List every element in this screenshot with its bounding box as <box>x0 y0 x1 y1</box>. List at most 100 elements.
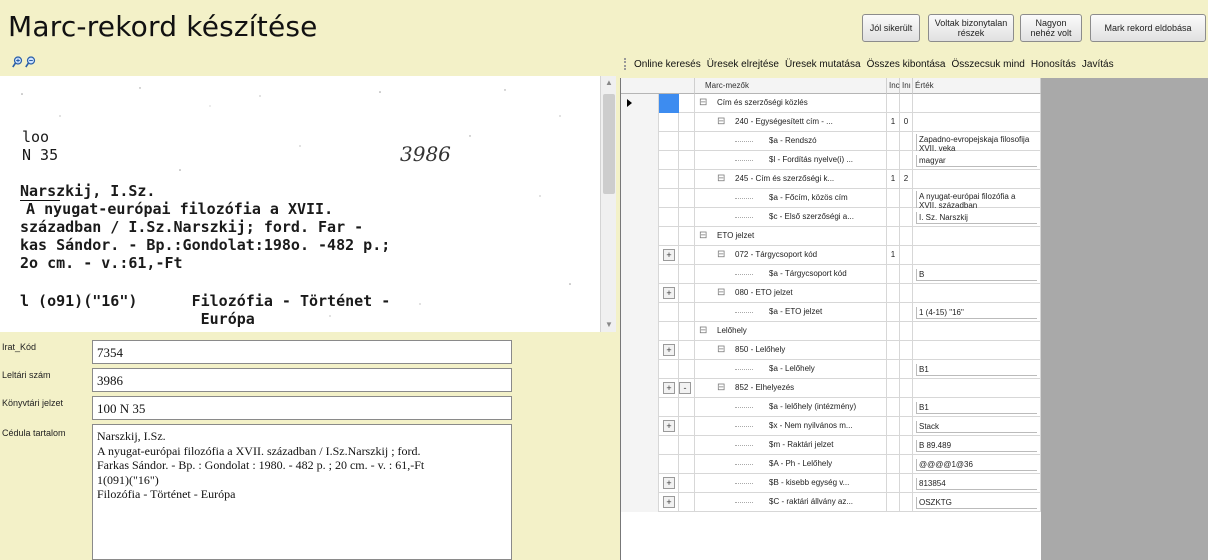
value-cell[interactable]: B <box>913 265 1041 284</box>
fix-button[interactable]: Javítás <box>1082 59 1114 70</box>
grid-row[interactable]: + ⊟ 072 - Tárgycsoport kód 1 <box>621 246 1041 265</box>
field-name-cell[interactable]: ⊟ Lelőhely <box>695 322 887 341</box>
row-header-cell[interactable] <box>621 436 659 455</box>
row-header-cell[interactable] <box>621 246 659 265</box>
indicator2-cell[interactable] <box>900 322 913 341</box>
row-header-cell[interactable] <box>621 379 659 398</box>
value-cell[interactable]: @@@@1@36 <box>913 455 1041 474</box>
field-name-cell[interactable]: ⊟ 852 - Elhelyezés <box>695 379 887 398</box>
indicator2-cell[interactable] <box>900 455 913 474</box>
collapse-node-icon[interactable]: ⊟ <box>717 382 725 393</box>
field-name-cell[interactable]: $a - lelőhely (intézmény) <box>695 398 887 417</box>
value-cell[interactable]: 1 (4-15) "16" <box>913 303 1041 322</box>
value-cell[interactable]: Stack <box>913 417 1041 436</box>
expand-all-button[interactable]: Összes kibontása <box>867 59 946 70</box>
collapse-node-icon[interactable]: ⊟ <box>717 116 725 127</box>
grid-row[interactable]: $a - lelőhely (intézmény) B1 <box>621 398 1041 417</box>
indicator2-cell[interactable] <box>900 436 913 455</box>
row-header-cell[interactable] <box>621 113 659 132</box>
add-subfield-icon[interactable]: + <box>663 287 675 299</box>
naturalize-button[interactable]: Honosítás <box>1031 59 1076 70</box>
indicator1-cell[interactable] <box>887 436 900 455</box>
grid-row[interactable]: $A - Ph - Lelőhely @@@@1@36 <box>621 455 1041 474</box>
indicator1-cell[interactable] <box>887 398 900 417</box>
row-header-cell[interactable] <box>621 455 659 474</box>
indicator1-cell[interactable] <box>887 284 900 303</box>
indicator1-cell[interactable]: 1 <box>887 113 900 132</box>
row-header-cell[interactable] <box>621 189 659 208</box>
grid-row[interactable]: $c - Első szerzőségi a... I. Sz. Narszkij <box>621 208 1041 227</box>
indicator2-cell[interactable] <box>900 246 913 265</box>
grid-row[interactable]: $a - Rendszó Zapadno-evropejskaja filosof… <box>621 132 1041 151</box>
collapse-node-icon[interactable]: ⊟ <box>717 344 725 355</box>
add-subfield-icon[interactable]: + <box>663 477 675 489</box>
field-name-cell[interactable]: ⊟ 850 - Lelőhely <box>695 341 887 360</box>
row-header-cell[interactable] <box>621 151 659 170</box>
grid-row[interactable]: $a - Tárgycsoport kód B <box>621 265 1041 284</box>
value-cell[interactable]: Zapadno-evropejskaja filosofija XVII. ve… <box>913 132 1041 151</box>
indicator1-cell[interactable] <box>887 455 900 474</box>
field-name-cell[interactable]: ⊟ 072 - Tárgycsoport kód <box>695 246 887 265</box>
grid-row[interactable]: $a - Lelőhely B1 <box>621 360 1041 379</box>
grid-row[interactable]: ⊟ 245 - Cím és szerzőségi k... 1 2 <box>621 170 1041 189</box>
collapse-node-icon[interactable]: ⊟ <box>717 249 725 260</box>
field-name-cell[interactable]: ⊟ 080 - ETO jelzet <box>695 284 887 303</box>
success-button[interactable]: Jól sikerült <box>862 14 920 42</box>
collapse-all-button[interactable]: Összecsuk mind <box>952 59 1025 70</box>
value-cell[interactable] <box>913 170 1041 189</box>
indicator1-cell[interactable] <box>887 474 900 493</box>
row-header-cell[interactable] <box>621 360 659 379</box>
indicator1-cell[interactable] <box>887 265 900 284</box>
row-header-cell[interactable] <box>621 493 659 512</box>
add-subfield-icon[interactable]: + <box>663 344 675 356</box>
indicator1-cell[interactable]: 1 <box>887 170 900 189</box>
indicator1-cell[interactable] <box>887 227 900 246</box>
indicator1-cell[interactable] <box>887 132 900 151</box>
field-name-cell[interactable]: ⊟ ETO jelzet <box>695 227 887 246</box>
value-cell[interactable]: B 89.489 <box>913 436 1041 455</box>
value-cell[interactable] <box>913 246 1041 265</box>
zoom-in-icon[interactable] <box>12 56 23 68</box>
add-subfield-icon[interactable]: + <box>663 249 675 261</box>
indicator1-cell[interactable]: 1 <box>887 246 900 265</box>
indicator1-cell[interactable] <box>887 208 900 227</box>
row-header-cell[interactable] <box>621 284 659 303</box>
grid-row[interactable]: $a - ETO jelzet 1 (4-15) "16" <box>621 303 1041 322</box>
indicator2-cell[interactable] <box>900 379 913 398</box>
value-cell[interactable]: B1 <box>913 360 1041 379</box>
grid-row[interactable]: $m - Raktári jelzet B 89.489 <box>621 436 1041 455</box>
indicator1-cell[interactable] <box>887 189 900 208</box>
indicator2-cell[interactable] <box>900 360 913 379</box>
grid-row[interactable]: + $x - Nem nyilvános m... Stack <box>621 417 1041 436</box>
scrollbar-thumb[interactable] <box>603 94 615 194</box>
value-cell[interactable]: magyar <box>913 151 1041 170</box>
row-header-cell[interactable] <box>621 170 659 189</box>
indicator1-cell[interactable] <box>887 379 900 398</box>
indicator1-cell[interactable] <box>887 303 900 322</box>
field-name-cell[interactable]: $a - Tárgycsoport kód <box>695 265 887 284</box>
indicator2-cell[interactable] <box>900 265 913 284</box>
collapse-node-icon[interactable]: ⊟ <box>717 287 725 298</box>
value-cell[interactable] <box>913 113 1041 132</box>
indicator1-cell[interactable] <box>887 322 900 341</box>
grid-row[interactable]: + ⊟ 080 - ETO jelzet <box>621 284 1041 303</box>
field-name-cell[interactable]: $x - Nem nyilvános m... <box>695 417 887 436</box>
row-header-cell[interactable] <box>621 322 659 341</box>
value-cell[interactable]: OSZKTG <box>913 493 1041 512</box>
field-name-cell[interactable]: $C - raktári állvány az... <box>695 493 887 512</box>
indicator2-cell[interactable] <box>900 417 913 436</box>
indicator2-cell[interactable] <box>900 398 913 417</box>
very-hard-button[interactable]: Nagyon nehéz volt <box>1020 14 1082 42</box>
field-name-cell[interactable]: ⊟ 240 - Egységesített cím - ... <box>695 113 887 132</box>
indicator2-cell[interactable] <box>900 208 913 227</box>
value-cell[interactable] <box>913 94 1041 113</box>
hide-empty-button[interactable]: Üresek elrejtése <box>707 59 779 70</box>
indicator2-cell[interactable] <box>900 284 913 303</box>
indicator1-cell[interactable] <box>887 360 900 379</box>
grid-row[interactable]: + ⊟ 850 - Lelőhely <box>621 341 1041 360</box>
row-header-cell[interactable] <box>621 474 659 493</box>
collapse-node-icon[interactable]: ⊟ <box>717 173 725 184</box>
card-scrollbar[interactable]: ▲ ▼ <box>600 76 616 332</box>
row-header-cell[interactable] <box>621 208 659 227</box>
row-header-cell[interactable] <box>621 303 659 322</box>
